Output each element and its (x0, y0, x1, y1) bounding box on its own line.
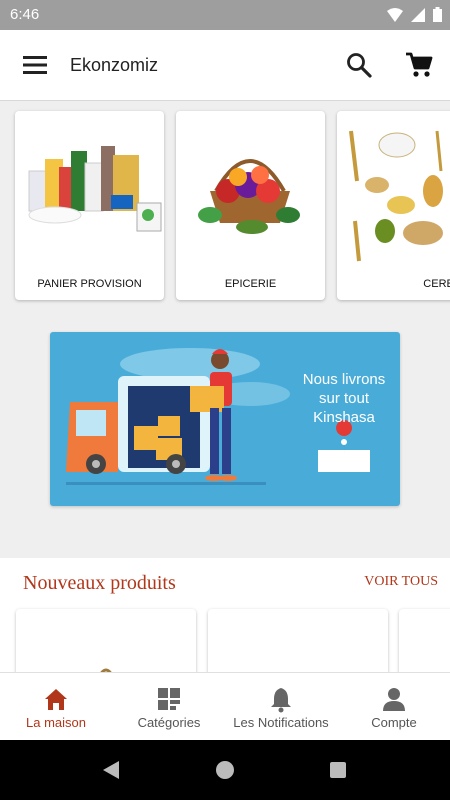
category-card-panier-provision[interactable]: PANIER PROVISION (15, 111, 164, 300)
banner-line-1: Nous livrons (302, 371, 386, 388)
home-icon (45, 689, 67, 710)
category-carousel[interactable]: PANIER PROVISION EPICERIE CER (0, 100, 450, 315)
bell-icon (271, 688, 291, 713)
app-title: Ekonzomiz (70, 55, 159, 75)
nav-label: Catégories (137, 715, 201, 730)
product-card[interactable] (399, 609, 450, 672)
provision-basket-image (28, 146, 162, 232)
account-icon (383, 688, 405, 711)
product-card[interactable] (208, 609, 388, 672)
nav-item-home[interactable]: La maison (0, 673, 112, 741)
bottom-navigation: La maison Catégories Les Notifications C… (0, 672, 450, 741)
nav-item-account[interactable]: Compte (338, 673, 450, 741)
category-card-cereales[interactable]: CEREALES (337, 111, 450, 300)
nav-item-notifications[interactable]: Les Notifications (225, 673, 337, 741)
nav-label: Compte (371, 715, 417, 730)
home-button-icon[interactable] (214, 759, 236, 781)
status-time: 6:46 (10, 6, 40, 23)
cart-icon[interactable] (404, 50, 434, 80)
search-icon[interactable] (345, 51, 373, 79)
banner-text: Nous livrons sur tout Kinshasa (290, 370, 398, 427)
banner-line-3: Kinshasa (313, 409, 375, 426)
section-title: Nouveaux produits (23, 572, 176, 594)
view-all-link[interactable]: VOIR TOUS (364, 574, 438, 590)
recents-icon[interactable] (327, 759, 349, 781)
category-label: PANIER PROVISION (37, 278, 142, 290)
menu-icon[interactable] (20, 52, 50, 78)
back-icon[interactable] (100, 759, 122, 781)
vegetable-basket-image (198, 159, 300, 234)
status-icons (387, 7, 442, 22)
wifi-icon (387, 7, 403, 22)
category-label: EPICERIE (224, 278, 277, 290)
product-image (100, 668, 112, 672)
banner-line-2: sur tout (318, 390, 370, 407)
signal-icon (411, 7, 425, 22)
status-bar: 6:46 (0, 0, 450, 30)
app-bar: Ekonzomiz (0, 30, 450, 101)
product-card[interactable] (16, 609, 196, 672)
nav-label: Les Notifications (233, 715, 329, 730)
nav-item-categories[interactable]: Catégories (113, 673, 225, 741)
category-label: CEREALES (423, 278, 450, 290)
cereals-image (349, 130, 443, 262)
system-navigation-bar (0, 740, 450, 800)
new-products-section: Nouveaux produits VOIR TOUS (0, 558, 450, 672)
categories-icon (158, 688, 180, 710)
battery-icon (433, 7, 442, 22)
nav-label: La maison (26, 715, 86, 730)
category-card-epicerie[interactable]: EPICERIE (176, 111, 325, 300)
product-image (208, 609, 388, 672)
delivery-banner[interactable]: Nous livrons sur tout Kinshasa (50, 332, 400, 506)
